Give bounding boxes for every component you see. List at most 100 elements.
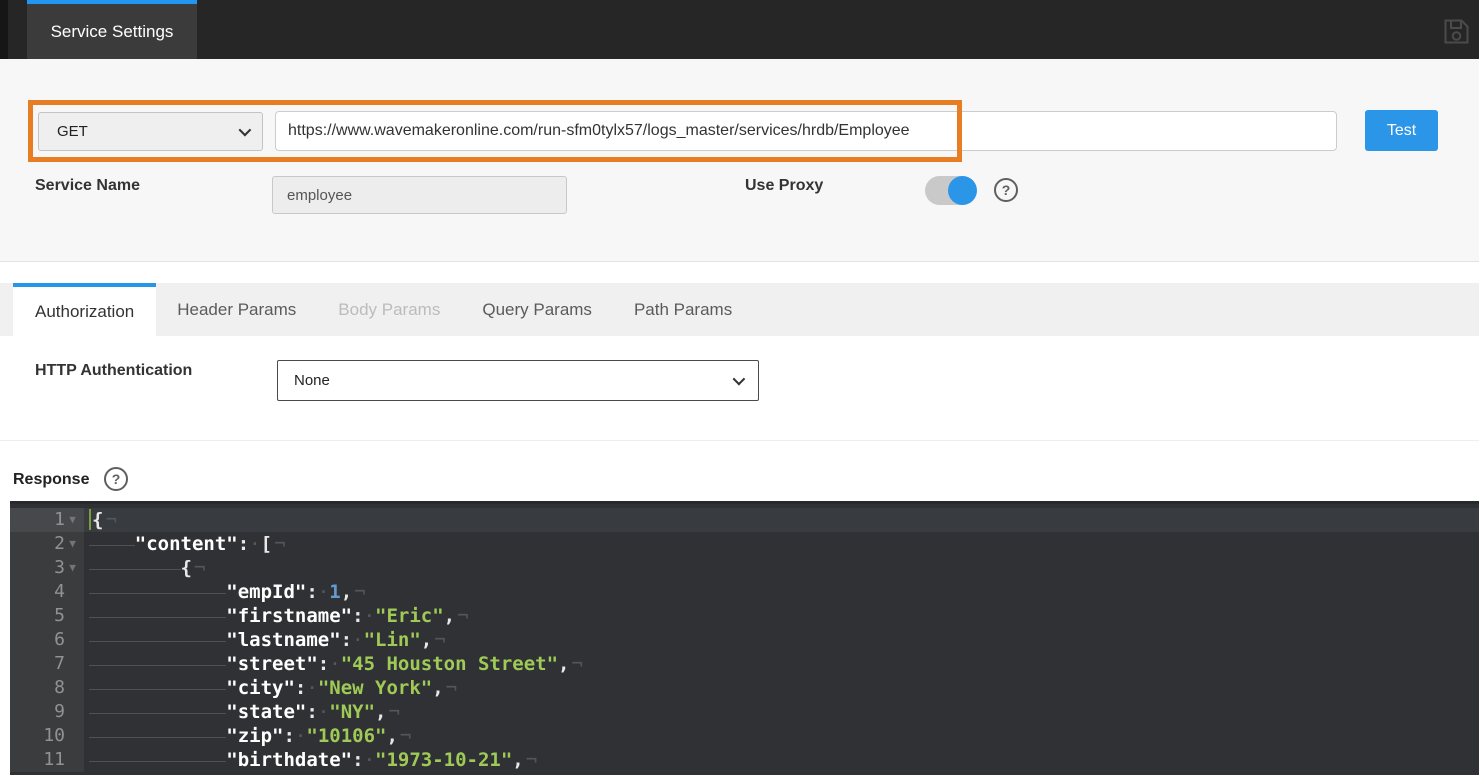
use-proxy-toggle[interactable] bbox=[925, 176, 975, 205]
token-dot: · bbox=[318, 581, 329, 603]
indent-guide bbox=[89, 604, 226, 628]
token-punc: , bbox=[421, 629, 432, 651]
token-dot: · bbox=[329, 653, 340, 675]
editor-line[interactable]: 7"street":·"45 Houston Street",¬ bbox=[10, 652, 1479, 676]
line-number-gutter: 8 bbox=[10, 676, 84, 700]
service-name-label: Service Name bbox=[35, 177, 140, 195]
token-key: "empId" bbox=[226, 581, 306, 603]
chevron-down-icon bbox=[239, 124, 252, 137]
token-dot: · bbox=[364, 605, 375, 627]
indent-guide bbox=[89, 580, 226, 604]
token-dot: · bbox=[364, 749, 375, 771]
fold-arrow-icon[interactable]: ▼ bbox=[65, 556, 80, 580]
http-authentication-select[interactable]: None bbox=[277, 360, 759, 401]
token-punc: , bbox=[432, 677, 443, 699]
token-key: "street" bbox=[226, 653, 318, 675]
header-left-edge bbox=[0, 0, 8, 59]
service-name-input[interactable] bbox=[272, 176, 567, 214]
token-punc: : bbox=[341, 629, 352, 651]
tab-body-params: Body Params bbox=[317, 283, 461, 336]
token-punc: : bbox=[352, 749, 363, 771]
response-label: Response bbox=[13, 471, 89, 489]
token-punc: , bbox=[558, 653, 569, 675]
http-authentication-value: None bbox=[294, 372, 330, 389]
token-key: "zip" bbox=[226, 725, 283, 747]
text-cursor bbox=[89, 509, 91, 530]
line-number-gutter: 6 bbox=[10, 628, 84, 652]
indent-guide bbox=[89, 652, 226, 676]
token-punc: : bbox=[295, 677, 306, 699]
indent-guide bbox=[89, 532, 135, 556]
tab-header-params[interactable]: Header Params bbox=[156, 283, 317, 336]
use-proxy-label: Use Proxy bbox=[745, 177, 823, 195]
token-str: "New York" bbox=[318, 677, 432, 699]
editor-line[interactable]: 6"lastname":·"Lin",¬ bbox=[10, 628, 1479, 652]
line-number-gutter: 10 bbox=[10, 724, 84, 748]
editor-line[interactable]: 1▼{¬ bbox=[10, 508, 1479, 532]
token-str: "Lin" bbox=[364, 629, 421, 651]
editor-line[interactable]: 3▼{¬ bbox=[10, 556, 1479, 580]
line-number: 4 bbox=[54, 580, 65, 604]
chevron-down-icon bbox=[733, 373, 746, 386]
token-punc: { bbox=[181, 557, 192, 579]
code-line-content: "state":·"NY",¬ bbox=[84, 700, 1479, 724]
line-number-gutter: 5 bbox=[10, 604, 84, 628]
test-button[interactable]: Test bbox=[1365, 110, 1438, 151]
editor-line[interactable]: 4"empId":·1,¬ bbox=[10, 580, 1479, 604]
code-line-content: "street":·"45 Houston Street",¬ bbox=[84, 652, 1479, 676]
token-punc: : bbox=[238, 533, 249, 555]
eol-marker: ¬ bbox=[194, 557, 205, 579]
service-url-input[interactable] bbox=[275, 111, 1337, 151]
param-tabs: AuthorizationHeader ParamsBody ParamsQue… bbox=[0, 283, 1479, 336]
editor-line[interactable]: 9"state":·"NY",¬ bbox=[10, 700, 1479, 724]
token-punc: , bbox=[512, 749, 523, 771]
http-method-select[interactable]: GET bbox=[38, 112, 263, 151]
tab-path-params[interactable]: Path Params bbox=[613, 283, 753, 336]
token-punc: , bbox=[444, 605, 455, 627]
tab-query-params[interactable]: Query Params bbox=[461, 283, 613, 336]
proxy-help-icon[interactable]: ? bbox=[994, 178, 1018, 202]
editor-line[interactable]: 8"city":·"New York",¬ bbox=[10, 676, 1479, 700]
token-key: "lastname" bbox=[226, 629, 340, 651]
code-line-content: "zip":·"10106",¬ bbox=[84, 724, 1479, 748]
line-number-gutter: 11 bbox=[10, 748, 84, 772]
token-str: "Eric" bbox=[375, 605, 444, 627]
token-punc: : bbox=[318, 653, 329, 675]
eol-marker: ¬ bbox=[434, 629, 445, 651]
fold-arrow-icon[interactable]: ▼ bbox=[65, 508, 80, 532]
token-punc: { bbox=[92, 509, 103, 531]
line-number: 8 bbox=[54, 676, 65, 700]
token-key: "content" bbox=[135, 533, 238, 555]
editor-line[interactable]: 5"firstname":·"Eric",¬ bbox=[10, 604, 1479, 628]
response-editor[interactable]: 1▼{¬2▼"content":·[¬3▼{¬4"empId":·1,¬5"fi… bbox=[10, 501, 1479, 775]
token-punc: : bbox=[283, 725, 294, 747]
request-settings-panel: GET Test Service Name Use Proxy ? bbox=[0, 59, 1479, 262]
eol-marker: ¬ bbox=[457, 605, 468, 627]
eol-marker: ¬ bbox=[571, 653, 582, 675]
eol-marker: ¬ bbox=[274, 533, 285, 555]
token-dot: · bbox=[249, 533, 260, 555]
fold-arrow-icon[interactable]: ▼ bbox=[65, 532, 80, 556]
tab-authorization[interactable]: Authorization bbox=[13, 283, 156, 336]
service-settings-tab-label: Service Settings bbox=[51, 22, 174, 42]
line-number-gutter: 7 bbox=[10, 652, 84, 676]
editor-line[interactable]: 2▼"content":·[¬ bbox=[10, 532, 1479, 556]
token-punc: : bbox=[306, 581, 317, 603]
line-number: 11 bbox=[43, 748, 65, 772]
save-button[interactable] bbox=[1441, 16, 1471, 46]
editor-line[interactable]: 10"zip":·"10106",¬ bbox=[10, 724, 1479, 748]
line-number-gutter: 1▼ bbox=[10, 508, 84, 532]
token-num: 1 bbox=[329, 581, 340, 603]
code-line-content: "content":·[¬ bbox=[84, 532, 1479, 556]
editor-line[interactable]: 11"birthdate":·"1973-10-21",¬ bbox=[10, 748, 1479, 772]
http-authentication-label: HTTP Authentication bbox=[35, 362, 192, 380]
line-number: 1 bbox=[54, 508, 65, 532]
http-method-value: GET bbox=[57, 123, 88, 140]
line-number: 2 bbox=[54, 532, 65, 556]
token-dot: · bbox=[295, 725, 306, 747]
top-header-bar: Service Settings bbox=[0, 0, 1479, 59]
response-help-icon[interactable]: ? bbox=[104, 467, 128, 491]
indent-guide bbox=[89, 724, 226, 748]
tab-service-settings[interactable]: Service Settings bbox=[27, 0, 197, 59]
token-key: "city" bbox=[226, 677, 295, 699]
